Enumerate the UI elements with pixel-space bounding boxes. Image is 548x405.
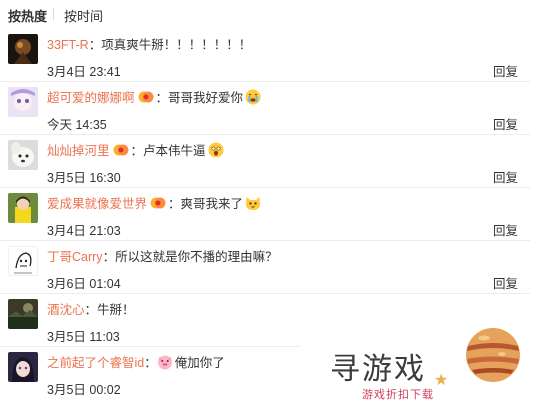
avatar[interactable]: [8, 299, 38, 329]
comment-date: 3月5日 00:02: [47, 383, 121, 397]
planet-logo-icon: [464, 326, 522, 384]
comment-date: 3月4日 21:03: [47, 224, 121, 238]
comment-text: ：爽哥我来了: [168, 197, 244, 211]
reply-button[interactable]: 回复: [493, 273, 518, 292]
comment-colon: ：: [144, 356, 157, 370]
username-link[interactable]: 之前起了个睿智id: [47, 356, 144, 370]
sort-bar: 按热度 按时间: [0, 0, 548, 28]
comment-date: 3月6日 01:04: [47, 277, 121, 291]
comment-text: 项真爽牛掰！！！！！！！: [101, 38, 252, 52]
username-link[interactable]: 灿灿掉河里: [47, 144, 110, 158]
reply-button[interactable]: 回复: [493, 61, 518, 80]
watermark-subtitle: 游戏折扣下载: [362, 389, 434, 401]
comment-item: 灿灿掉河里 ：卢本伟牛逼 3月5日 16:30 回复: [0, 134, 530, 188]
comment-item: 33FT-R：项真爽牛掰！！！！！！！ 3月4日 23:41 回复: [0, 28, 530, 82]
comment-date: 今天 14:35: [47, 118, 107, 132]
reply-button[interactable]: 回复: [493, 167, 518, 186]
comment-colon: ：: [102, 250, 116, 264]
comment-text: 俺加你了: [174, 356, 225, 370]
shocked-face-icon: [208, 142, 224, 158]
username-link[interactable]: 酒沈心: [47, 303, 85, 317]
username-link[interactable]: 超可爱的娜娜啊: [47, 91, 135, 105]
sort-by-time-tab[interactable]: 按时间: [64, 6, 103, 25]
avatar[interactable]: [8, 352, 38, 382]
fan-badge-icon: [113, 143, 129, 157]
sort-divider: [53, 8, 54, 20]
comment-text: ：卢本伟牛逼: [130, 144, 206, 158]
avatar[interactable]: [8, 140, 38, 170]
cat-face-icon: [245, 195, 261, 211]
comment-text: ：哥哥我好爱你: [155, 91, 244, 105]
fan-badge-icon: [150, 196, 166, 210]
pig-face-icon: [157, 354, 173, 370]
comment-item: 爱成果就像爱世界 ：爽哥我来了 3月4日 21:03 回复: [0, 187, 530, 241]
crying-face-icon: [245, 89, 261, 105]
comment-colon: ：: [84, 303, 98, 317]
comment-date: 3月5日 16:30: [47, 171, 121, 185]
comment-date: 3月5日 11:03: [47, 330, 120, 344]
reply-button[interactable]: 回复: [493, 220, 518, 239]
site-watermark: 寻游戏 ★ 游戏折扣下载: [300, 322, 548, 405]
comment-colon: ：: [88, 38, 102, 52]
username-link[interactable]: 爱成果就像爱世界: [47, 197, 147, 211]
comment-text: 牛掰！: [97, 303, 135, 317]
comment-item: 丁哥Carry：所以这就是你不播的理由嘛？ 3月6日 01:04 回复: [0, 240, 530, 294]
star-icon: ★: [434, 372, 449, 389]
comment-item: 超可爱的娜娜啊 ：哥哥我好爱你 今天 14:35 回复: [0, 81, 530, 135]
username-link[interactable]: 丁哥Carry: [47, 250, 103, 264]
avatar[interactable]: [8, 246, 38, 276]
sort-by-hot-tab[interactable]: 按热度: [8, 6, 47, 25]
watermark-title: 寻游戏: [330, 352, 426, 387]
avatar[interactable]: [8, 87, 38, 117]
fan-badge-icon: [138, 90, 154, 104]
reply-button[interactable]: 回复: [493, 114, 518, 133]
comment-date: 3月4日 23:41: [47, 65, 121, 79]
avatar[interactable]: [8, 34, 38, 64]
comment-text: 所以这就是你不播的理由嘛？: [115, 250, 278, 264]
avatar[interactable]: [8, 193, 38, 223]
username-link[interactable]: 33FT-R: [47, 38, 89, 52]
